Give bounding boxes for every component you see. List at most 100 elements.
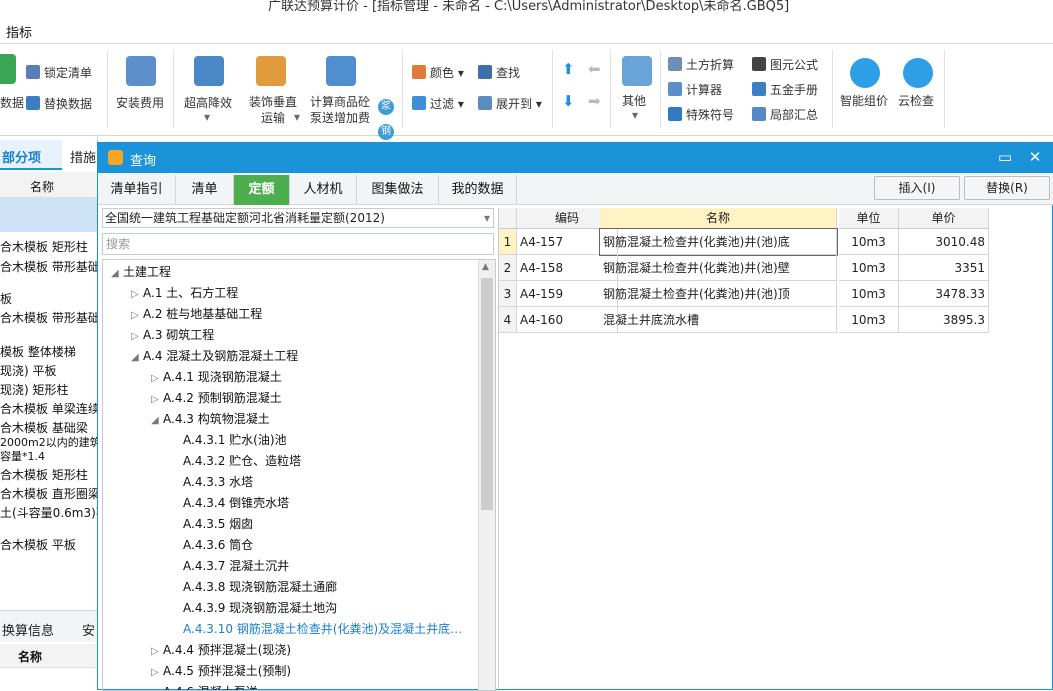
tree-node[interactable]: A.4.3.6 筒仓 [171,536,253,553]
color-button[interactable]: 颜色 ▾ [412,64,464,81]
list-item[interactable]: 容量*1.4 [0,448,97,464]
table-cell[interactable]: 3 [499,281,517,307]
tab-quota[interactable]: 定额 [234,175,290,205]
lock-list-button[interactable]: 锁定清单 [26,64,92,81]
mortar-icon[interactable]: 浆 [378,99,394,115]
expand-arrow-icon[interactable]: ◢ [111,268,123,279]
local-summary-button[interactable]: 局部汇总 [752,106,818,123]
tab-list-guide[interactable]: 清单指引 [98,175,176,205]
super-high-button[interactable]: 超高降效 [184,94,232,111]
tab-list[interactable]: 清单 [176,175,234,205]
table-cell[interactable]: 3351 [899,255,989,281]
column-header[interactable] [499,208,517,229]
replace-button[interactable]: 替换(R) [964,176,1050,200]
list-item[interactable]: 合木模板 平板 [0,536,97,553]
list-item[interactable]: 合木模板 带形基础 [0,309,97,326]
tab-materials[interactable]: 人材机 [290,175,357,205]
tree-node[interactable]: A.4.3.10 钢筋混凝土检查井(化粪池)及混凝土井底… [171,620,462,637]
table-cell[interactable]: 10m3 [839,281,899,307]
column-header[interactable]: 名称 [600,208,837,229]
tree-node[interactable]: A.4.3.4 倒锥壳水塔 [171,494,289,511]
list-item[interactable]: 合木模板 单梁连续 [0,400,97,417]
list-item[interactable]: 现浇) 矩形柱 [0,381,97,398]
replace-data-button[interactable]: 替换数据 [26,95,92,112]
hardware-button[interactable]: 五金手册 [752,81,818,98]
move-left-icon[interactable]: ⬅ [588,60,601,78]
tree-node[interactable]: ▷ A.4.2 预制钢筋混凝土 [151,389,282,406]
expand-arrow-icon[interactable]: ◢ [131,352,143,363]
other-dropdown-icon[interactable]: ▾ [632,108,638,122]
expand-arrow-icon[interactable]: ▷ [131,289,143,300]
close-icon[interactable]: ✕ [1025,148,1045,166]
table-cell[interactable]: 钢筋混凝土检查井(化粪池)井(池)底 [599,228,838,256]
other-button[interactable]: 其他 [622,92,646,109]
tree-node[interactable]: ◢ A.4.3 构筑物混凝土 [151,410,270,427]
smart-pricing-button[interactable]: 智能组价 [840,92,888,109]
tree-node[interactable]: ▷ A.4.1 现浇钢筋混凝土 [151,368,282,385]
quota-library-select[interactable]: 全国统一建筑工程基础定额河北省消耗量定额(2012) ▾ [102,208,494,228]
table-cell[interactable]: 2 [499,255,517,281]
table-cell[interactable]: 10m3 [839,255,899,281]
table-cell[interactable]: 4 [499,307,517,333]
expand-arrow-icon[interactable]: ◢ [151,415,163,426]
table-cell[interactable]: 钢筋混凝土检查井(化粪池)井(池)顶 [600,281,837,307]
table-cell[interactable]: 3010.48 [899,229,989,255]
tree-node[interactable]: A.4.3.1 贮水(油)池 [171,431,287,448]
list-item[interactable]: 现浇) 平板 [0,362,97,379]
tree-scrollbar[interactable]: ▲ [478,260,495,690]
move-up-icon[interactable]: ⬆ [562,60,575,78]
list-item[interactable]: 合木模板 矩形柱 [0,238,97,255]
formula-button[interactable]: 图元公式 [752,56,818,73]
list-item[interactable]: 土(斗容量0.6m3)不 [0,504,97,521]
earthwork-button[interactable]: 土方折算 [668,56,734,73]
expand-arrow-icon[interactable]: ▷ [151,646,163,657]
list-item[interactable]: 板 [0,290,97,307]
expand-arrow-icon[interactable]: ▷ [131,331,143,342]
expand-arrow-icon[interactable]: ▷ [151,373,163,384]
search-input[interactable]: 搜索 [102,233,494,255]
list-item[interactable]: 合木模板 带形基础 [0,258,97,275]
list-item[interactable]: 模板 整体楼梯 [0,343,97,360]
list-item[interactable]: 合木模板 直形圈梁 [0,485,97,502]
expand-arrow-icon[interactable]: ▷ [151,667,163,678]
cloud-check-button[interactable]: 云检查 [898,92,934,109]
tree-node[interactable]: A.4.3.2 贮仓、造粒塔 [171,452,301,469]
table-cell[interactable]: 10m3 [839,307,899,333]
tree-node[interactable]: A.4.3.7 混凝土沉井 [171,557,289,574]
special-symbol-button[interactable]: 特殊符号 [668,106,734,123]
tab-my-data[interactable]: 我的数据 [439,175,517,205]
column-header[interactable]: 单价 [899,208,989,229]
find-button[interactable]: 查找 [478,64,520,81]
move-down-icon[interactable]: ⬇ [562,92,575,110]
steel-icon[interactable]: 钢 [378,124,394,140]
menu-item-indicator[interactable]: 指标 [6,22,32,41]
decoration-lift-button[interactable]: 装饰垂直运输 [246,94,300,126]
expand-to-button[interactable]: 展开到 ▾ [478,95,542,112]
filter-button[interactable]: 过滤 ▾ [412,95,464,112]
table-cell[interactable]: 10m3 [839,229,899,255]
tree-node[interactable]: ▷ A.3 砌筑工程 [131,326,214,343]
expand-arrow-icon[interactable]: ▷ [131,310,143,321]
expand-arrow-icon[interactable]: ▷ [151,394,163,405]
calc-concrete-button[interactable]: 计算商品砼泵送增加费 [308,94,372,126]
tree-node[interactable]: ▷ A.2 桩与地基基础工程 [131,305,262,322]
scrollbar-thumb[interactable] [481,278,493,510]
table-cell[interactable]: 3895.3 [899,307,989,333]
table-cell[interactable]: 1 [499,229,517,255]
tree-node[interactable]: ◢ 土建工程 [111,263,171,280]
calculator-button[interactable]: 计算器 [668,81,722,98]
tree-node[interactable]: ▷ A.1 土、石方工程 [131,284,238,301]
tree-node[interactable]: A.4.3.9 现浇钢筋混凝土地沟 [171,599,337,616]
maximize-icon[interactable]: ▭ [995,148,1015,166]
table-cell[interactable]: 3478.33 [899,281,989,307]
table-cell[interactable]: 钢筋混凝土检查井(化粪池)井(池)壁 [600,255,837,281]
tree-node[interactable]: A.4.3.3 水塔 [171,473,253,490]
tree-node[interactable]: ◢ A.4 混凝土及钢筋混凝土工程 [131,347,298,364]
move-right-icon[interactable]: ➡ [588,92,601,110]
tree-node[interactable]: ▷ A.4.5 预拌混凝土(预制) [151,662,291,679]
tree-node[interactable]: A.4.3.8 现浇钢筋混凝土通廊 [171,578,337,595]
tree-node[interactable]: ▷ A.4.4 预拌混凝土(现浇) [151,641,291,658]
tab-atlas[interactable]: 图集做法 [357,175,439,205]
scroll-up-icon[interactable]: ▲ [482,262,489,272]
super-high-dropdown-icon[interactable]: ▾ [204,110,210,124]
